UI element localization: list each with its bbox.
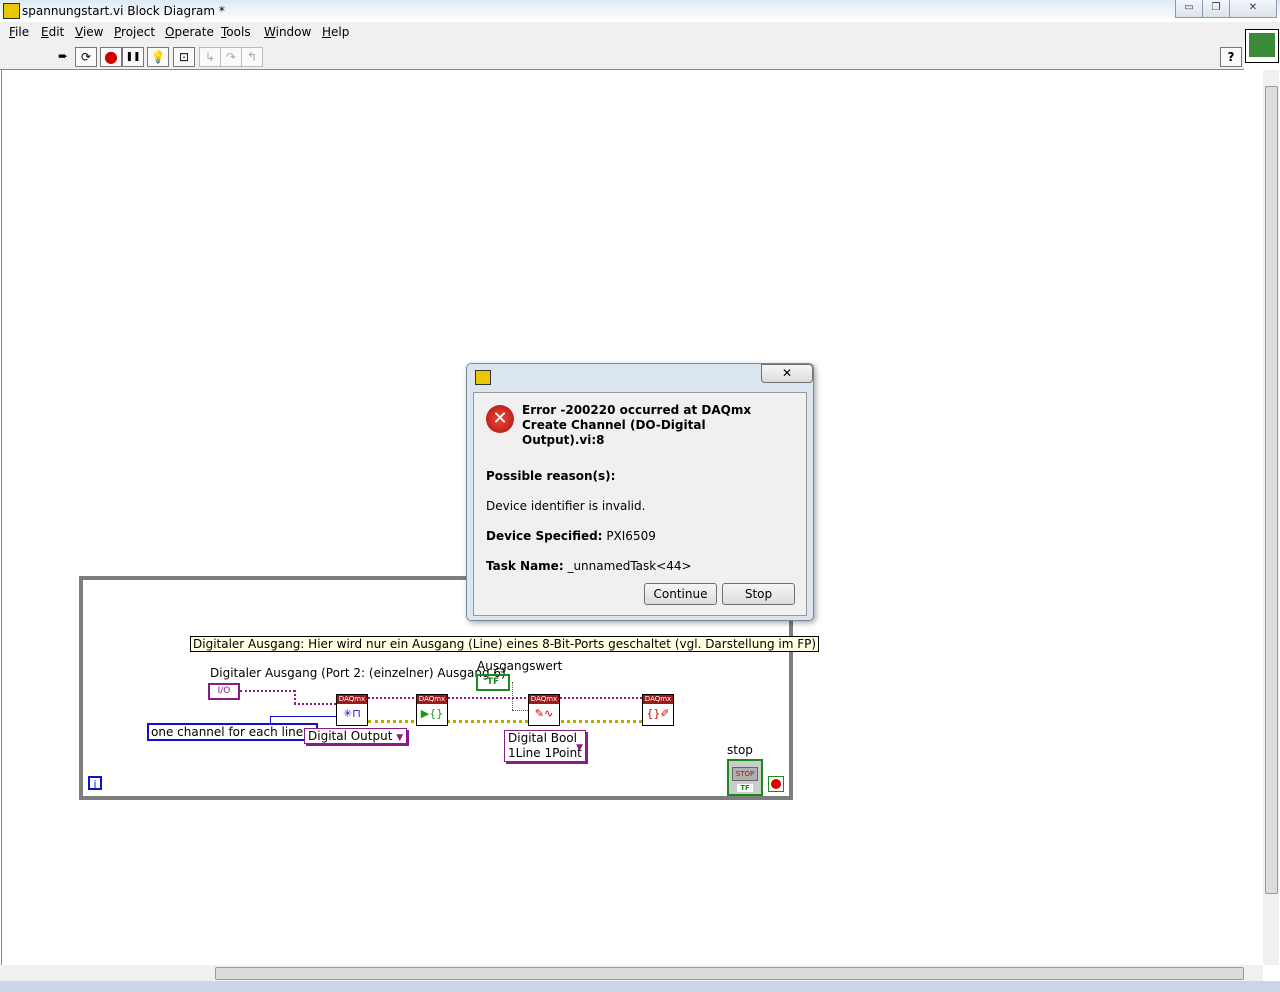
minimize-button[interactable]: ▭	[1175, 0, 1203, 18]
task-wire	[240, 690, 295, 692]
title-bar: spannungstart.vi Block Diagram * ▭ ❐ ✕	[0, 0, 1280, 22]
vi-icon	[475, 370, 491, 385]
toolbar: ➨ ⟳ ● ❚❚ 💡 ⊡ ↳ ↷ ↰ ?	[0, 43, 1244, 70]
physical-channel-constant[interactable]: I/O	[208, 683, 240, 700]
error-wire	[368, 720, 642, 723]
task-wire	[294, 703, 336, 705]
stop-if-true-icon	[771, 779, 781, 789]
menu-bar: File Edit View Project Operate Tools Win…	[0, 22, 1280, 43]
chevron-down-icon: ▼	[576, 743, 583, 753]
daqmx-write-node[interactable]: DAQmx ✎∿	[528, 694, 560, 726]
channel-label: Digitaler Ausgang (Port 2: (einzelner) A…	[210, 666, 506, 680]
stop-button-terminal[interactable]: STOP TF	[727, 759, 763, 796]
run-continuously-button[interactable]: ⟳	[75, 47, 97, 67]
taskbar	[0, 981, 1280, 992]
abort-button[interactable]: ●	[100, 47, 122, 67]
write-pencil-icon: ✎∿	[534, 707, 554, 720]
value-label: Ausgangswert	[477, 659, 563, 673]
dialog-close-button[interactable]: ✕	[761, 364, 813, 383]
loop-condition-terminal[interactable]	[768, 776, 784, 792]
close-button[interactable]: ✕	[1229, 0, 1277, 18]
daqmx-clear-task-node[interactable]: DAQmx {}✐	[642, 694, 674, 726]
boolean-control-terminal[interactable]: TF	[476, 674, 510, 691]
task-wire	[368, 697, 642, 699]
daqmx-create-channel-node[interactable]: DAQmx ✳⊓	[336, 694, 368, 726]
menu-edit[interactable]: Edit	[41, 25, 64, 39]
possible-reasons-label: Possible reason(s):	[486, 469, 616, 483]
menu-file[interactable]: File	[9, 25, 29, 39]
error-icon: ✕	[486, 405, 514, 433]
dialog-body: ✕ Error -200220 occurred at DAQmx Create…	[473, 392, 807, 616]
menu-view[interactable]: View	[75, 25, 103, 39]
menu-window[interactable]: Window	[264, 25, 311, 39]
highlight-execution-button[interactable]: 💡	[147, 47, 169, 67]
vi-connector-icon[interactable]	[1245, 29, 1279, 63]
restore-button[interactable]: ❐	[1202, 0, 1230, 18]
stop-label: stop	[727, 743, 753, 757]
daqmx-header: DAQmx	[643, 695, 673, 704]
channel-type-selector[interactable]: Digital Output ▼	[304, 728, 408, 744]
stop-button[interactable]: Stop	[722, 583, 795, 605]
eraser-icon: {}✐	[646, 707, 670, 720]
write-type-line2: 1Line 1Point	[508, 746, 582, 760]
pause-button[interactable]: ❚❚	[122, 47, 144, 67]
start-icon: ▶{}	[420, 707, 444, 720]
boolean-wire	[512, 710, 528, 711]
stop-button[interactable]: STOP	[732, 767, 758, 781]
error-dialog: ✕ ✕ Error -200220 occurred at DAQmx Crea…	[466, 363, 814, 621]
create-channel-icon: ✳⊓	[343, 707, 361, 720]
menu-project[interactable]: Project	[114, 25, 155, 39]
menu-help[interactable]: Help	[322, 25, 349, 39]
line-grouping-wire	[270, 716, 336, 717]
iteration-terminal[interactable]: i	[88, 776, 102, 791]
reason-text: Device identifier is invalid.	[486, 499, 646, 513]
vi-icon	[3, 3, 20, 19]
retain-wire-values-button[interactable]: ⊡	[173, 47, 195, 67]
device-label: Device Specified:	[486, 529, 603, 543]
channel-type-value: Digital Output	[308, 729, 393, 743]
device-value: PXI6509	[606, 529, 656, 543]
menu-tools[interactable]: Tools	[221, 25, 251, 39]
step-into-button[interactable]: ↳	[199, 47, 221, 67]
vertical-scrollbar[interactable]	[1263, 70, 1279, 965]
window-title: spannungstart.vi Block Diagram *	[22, 4, 225, 18]
stop-terminal-type: TF	[737, 784, 753, 792]
horizontal-scrollbar[interactable]	[0, 965, 1263, 981]
line-grouping-ring[interactable]: one channel for each line ▼	[147, 723, 318, 741]
step-out-button[interactable]: ↰	[241, 47, 263, 67]
boolean-wire	[512, 682, 513, 710]
task-value: _unnamedTask<44>	[567, 559, 692, 573]
task-wire	[294, 690, 296, 704]
menu-operate[interactable]: Operate	[165, 25, 214, 39]
daqmx-header: DAQmx	[529, 695, 559, 704]
write-type-line1: Digital Bool	[508, 731, 577, 745]
daqmx-header: DAQmx	[417, 695, 447, 704]
task-label: Task Name:	[486, 559, 564, 573]
step-over-button[interactable]: ↷	[220, 47, 242, 67]
context-help-button[interactable]: ?	[1220, 47, 1242, 67]
daqmx-start-task-node[interactable]: DAQmx ▶{}	[416, 694, 448, 726]
write-type-selector[interactable]: Digital Bool 1Line 1Point ▼	[504, 730, 586, 762]
run-button[interactable]: ➨	[53, 47, 73, 65]
daqmx-header: DAQmx	[337, 695, 367, 704]
line-grouping-value: one channel for each line	[151, 725, 304, 739]
chevron-down-icon: ▼	[396, 733, 404, 743]
diagram-comment[interactable]: Digitaler Ausgang: Hier wird nur ein Aus…	[190, 636, 820, 652]
error-message: Error -200220 occurred at DAQmx Create C…	[522, 403, 752, 447]
continue-button[interactable]: Continue	[644, 583, 717, 605]
